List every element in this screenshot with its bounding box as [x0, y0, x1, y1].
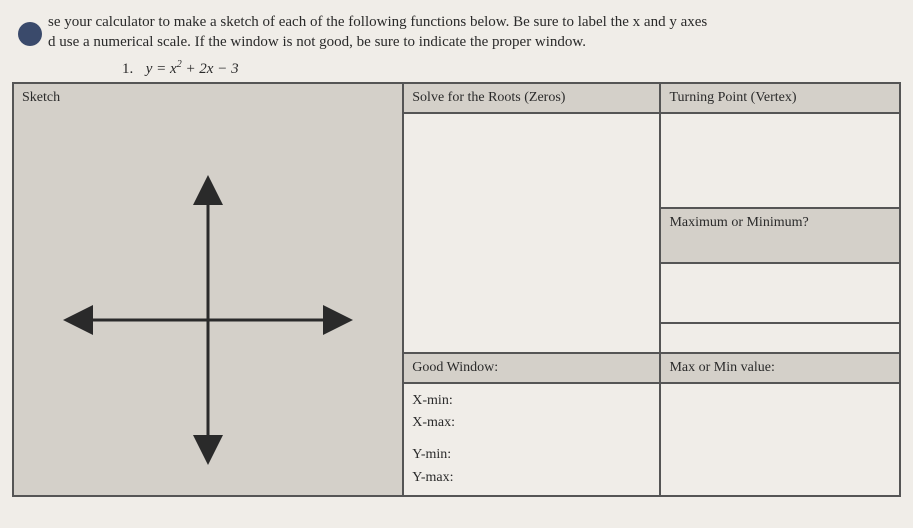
instructions-line2: d use a numerical scale. If the window i…	[48, 34, 586, 50]
roots-header: Solve for the Roots (Zeros)	[403, 83, 660, 113]
maxmin-header: Maximum or Minimum?	[660, 208, 900, 263]
table-row: Sketch Solve for the Roots (Zeros) Turni…	[13, 83, 900, 113]
window-header: Good Window:	[403, 353, 660, 383]
axes-icon	[58, 170, 358, 470]
window-values-cell: X-min: X-max: Y-min: Y-max:	[403, 383, 660, 497]
worksheet-table: Sketch Solve for the Roots (Zeros) Turni…	[12, 82, 901, 498]
sketch-area	[22, 106, 394, 506]
equation-expression: y = x2 + 2x − 3	[146, 61, 239, 77]
instructions-text: se your calculator to make a sketch of e…	[48, 12, 901, 53]
vertex-answer-cell	[660, 113, 900, 208]
spacer-cell	[660, 323, 900, 353]
xmax-label: X-max:	[412, 412, 651, 434]
equation-row: 1. y = x2 + 2x − 3	[122, 59, 901, 78]
roots-answer-cell	[403, 113, 660, 353]
sketch-header: Sketch	[22, 90, 394, 106]
xmin-label: X-min:	[412, 390, 651, 412]
vertex-header: Turning Point (Vertex)	[660, 83, 900, 113]
maxminval-header: Max or Min value:	[660, 353, 900, 383]
ymax-label: Y-max:	[412, 467, 651, 489]
bullet-marker	[18, 22, 42, 46]
maxmin-answer-cell	[660, 263, 900, 323]
equation-number: 1.	[122, 61, 142, 78]
ymin-label: Y-min:	[412, 444, 651, 466]
instructions-line1: se your calculator to make a sketch of e…	[48, 14, 707, 30]
maxminval-answer-cell	[660, 383, 900, 497]
